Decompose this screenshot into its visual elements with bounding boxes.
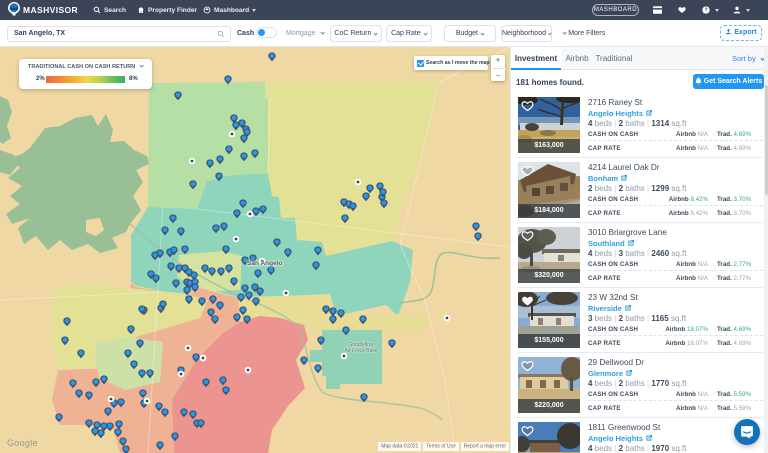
svg-text:?: ? [704,8,707,14]
